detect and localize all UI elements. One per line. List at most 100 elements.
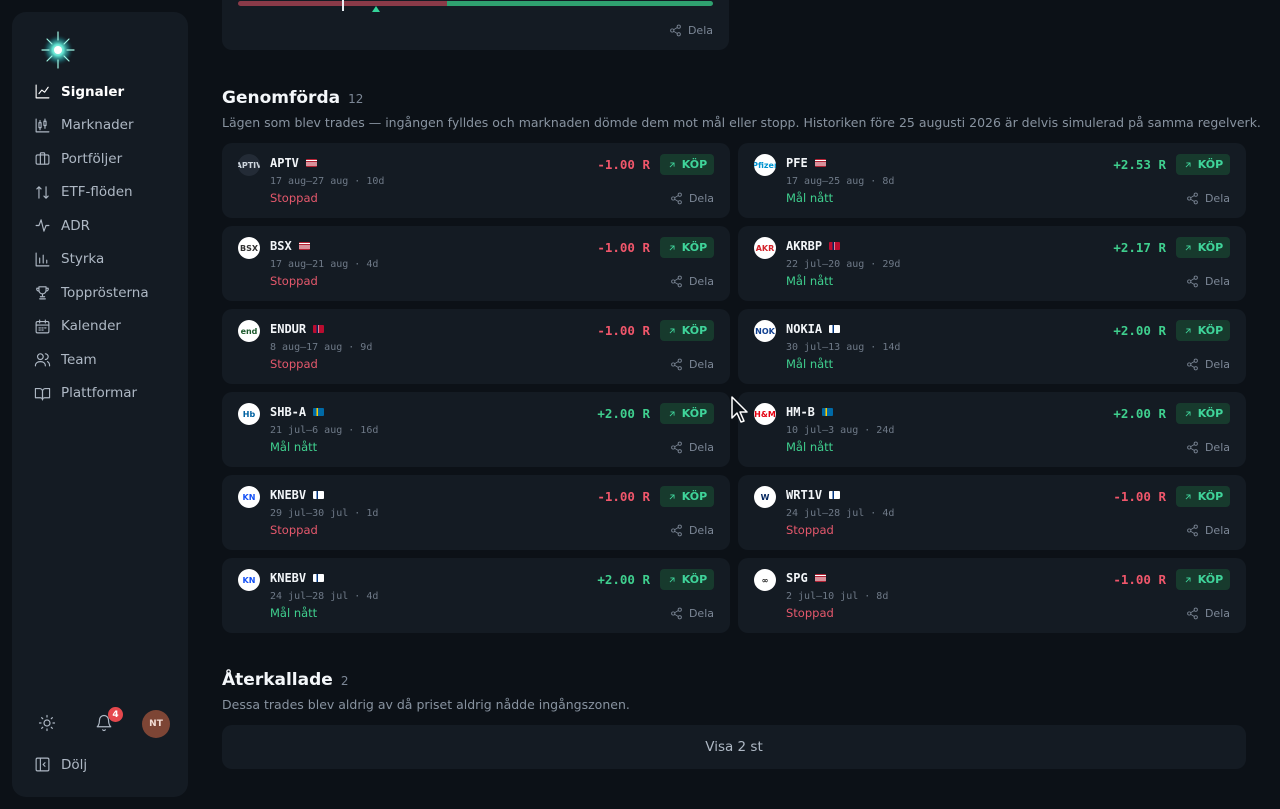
arrow-up-right-icon: [669, 245, 675, 250]
share-icon: [1187, 275, 1198, 288]
share-button[interactable]: Dela: [1186, 524, 1230, 537]
share-button[interactable]: Dela: [1186, 192, 1230, 205]
share-button[interactable]: Dela: [670, 524, 714, 537]
share-button[interactable]: Dela: [1186, 358, 1230, 371]
sidebar-item-plattformar[interactable]: Plattformar: [12, 377, 188, 411]
buy-badge[interactable]: KÖP: [660, 320, 714, 341]
trade-card[interactable]: APTIV APTV 17 aug–27 aug · 10d Stoppad -1.00…: [222, 143, 730, 218]
share-button[interactable]: Dela: [670, 358, 714, 371]
sidebar-item-marknader[interactable]: Marknader: [12, 109, 188, 143]
section-count: 2: [340, 674, 349, 688]
buy-badge[interactable]: KÖP: [1176, 154, 1230, 175]
buy-badge[interactable]: KÖP: [1176, 486, 1230, 507]
trade-status: Mål nått: [786, 191, 834, 205]
share-icon: [1187, 192, 1198, 205]
r-multiple: -1.00 R: [597, 240, 650, 255]
sidebar-item-team[interactable]: Team: [12, 343, 188, 377]
notifications-button[interactable]: 4: [95, 707, 123, 734]
share-button[interactable]: Dela: [1186, 275, 1230, 288]
trade-card[interactable]: W WRT1V 24 jul–28 jul · 4d Stoppad -1.00 R KÖ…: [738, 475, 1246, 550]
r-multiple: -1.00 R: [1113, 489, 1166, 504]
ticker-symbol: ENDUR: [270, 322, 325, 336]
buy-badge[interactable]: KÖP: [660, 486, 714, 507]
side-label: KÖP: [1197, 158, 1224, 171]
share-label: Dela: [688, 607, 714, 620]
arrow-up-right-icon: [669, 328, 675, 333]
trade-card[interactable]: Hb SHB-A 21 jul–6 aug · 16d Mål nått +2.00 R…: [222, 392, 730, 467]
share-button[interactable]: Dela: [670, 192, 714, 205]
side-label: KÖP: [1197, 407, 1224, 420]
sidebar-item-label: Plattformar: [61, 385, 138, 402]
r-multiple: +2.00 R: [597, 406, 650, 421]
share-button[interactable]: Dela: [670, 607, 714, 620]
ticker-symbol: KNEBV: [270, 571, 325, 585]
sidebar-item-label: Signaler: [61, 83, 125, 100]
buy-badge[interactable]: KÖP: [1176, 320, 1230, 341]
trade-status: Stoppad: [786, 606, 834, 620]
arrow-up-right-icon: [669, 411, 675, 416]
trade-card[interactable]: ∞ SPG 2 jul–10 jul · 8d Stoppad -1.00 R KÖP De…: [738, 558, 1246, 633]
share-button[interactable]: Dela: [669, 24, 713, 37]
trade-card[interactable]: KN KNEBV 24 jul–28 jul · 4d Mål nått +2.00 R…: [222, 558, 730, 633]
section-description: Dessa trades blev aldrig av då priset al…: [222, 697, 630, 712]
company-logo: APTIV: [238, 154, 260, 176]
show-recalled-button[interactable]: Visa 2 st: [222, 725, 1246, 769]
ticker-label: PFE: [786, 156, 808, 170]
trade-card[interactable]: KN KNEBV 29 jul–30 jul · 1d Stoppad -1.00 R K…: [222, 475, 730, 550]
ticker-symbol: SPG: [786, 571, 826, 585]
company-logo: BSX: [238, 237, 260, 259]
company-logo: Pfizer: [754, 154, 776, 176]
sidebar-item-portfoljer[interactable]: Portföljer: [12, 142, 188, 176]
buy-badge[interactable]: KÖP: [660, 403, 714, 424]
panel-collapse-icon: [35, 757, 50, 772]
company-logo: Hb: [238, 403, 260, 425]
sidebar-item-styrka[interactable]: Styrka: [12, 243, 188, 277]
share-button[interactable]: Dela: [1186, 441, 1230, 454]
trade-dates: 17 aug–21 aug · 4d: [270, 259, 379, 270]
sidebar-item-topprosterna[interactable]: Topprösterna: [12, 276, 188, 310]
ticker-label: HM-B: [786, 405, 815, 419]
trade-card[interactable]: Pfizer PFE 17 aug–25 aug · 8d Mål nått +2.53…: [738, 143, 1246, 218]
share-button[interactable]: Dela: [1186, 607, 1230, 620]
buy-badge[interactable]: KÖP: [1176, 569, 1230, 590]
country-flag-icon: [313, 574, 325, 582]
share-label: Dela: [1204, 358, 1230, 371]
side-label: KÖP: [1197, 490, 1224, 503]
theme-toggle-button[interactable]: [38, 714, 58, 734]
company-logo: end: [238, 320, 260, 342]
buy-badge[interactable]: KÖP: [1176, 403, 1230, 424]
trade-dates: 10 jul–3 aug · 24d: [786, 425, 895, 436]
buy-badge[interactable]: KÖP: [660, 569, 714, 590]
company-logo: NOK: [754, 320, 776, 342]
sidebar-item-adr[interactable]: ADR: [12, 209, 188, 243]
buy-badge[interactable]: KÖP: [660, 237, 714, 258]
sidebar-item-label: ADR: [61, 217, 91, 234]
trade-dates: 24 jul–28 jul · 4d: [786, 508, 895, 519]
side-label: KÖP: [1197, 573, 1224, 586]
buy-badge[interactable]: KÖP: [1176, 237, 1230, 258]
buy-badge[interactable]: KÖP: [660, 154, 714, 175]
trade-card[interactable]: AKR AKRBP 22 jul–20 aug · 29d Mål nått +2.17…: [738, 226, 1246, 301]
country-flag-icon: [298, 242, 310, 250]
arrow-up-right-icon: [1185, 494, 1191, 499]
trade-card[interactable]: end ENDUR 8 aug–17 aug · 9d Stoppad -1.00 R K…: [222, 309, 730, 384]
trade-card[interactable]: BSX BSX 17 aug–21 aug · 4d Stoppad -1.00 R KÖ…: [222, 226, 730, 301]
share-button[interactable]: Dela: [670, 275, 714, 288]
share-label: Dela: [688, 192, 714, 205]
sidebar-item-signaler[interactable]: Signaler: [12, 75, 188, 109]
trade-card[interactable]: H&M HM-B 10 jul–3 aug · 24d Mål nått +2.00 R…: [738, 392, 1246, 467]
sidebar-item-kalender[interactable]: Kalender: [12, 310, 188, 344]
trade-status: Stoppad: [270, 357, 318, 371]
avatar[interactable]: NT: [142, 710, 170, 738]
trade-status: Mål nått: [270, 606, 318, 620]
trade-card[interactable]: NOK NOKIA 30 jul–13 aug · 14d Mål nått +2.00…: [738, 309, 1246, 384]
sidebar: Signaler Marknader Portföljer ETF-flöden…: [12, 12, 188, 797]
share-label: Dela: [1204, 192, 1230, 205]
share-button[interactable]: Dela: [670, 441, 714, 454]
share-icon: [1187, 441, 1198, 454]
bar-chart-icon: [35, 252, 50, 267]
collapse-sidebar-button[interactable]: Dölj: [34, 756, 87, 773]
app-logo[interactable]: [30, 20, 86, 76]
sidebar-item-etf-floden[interactable]: ETF-flöden: [12, 176, 188, 210]
section-title: Genomförda: [222, 88, 341, 108]
